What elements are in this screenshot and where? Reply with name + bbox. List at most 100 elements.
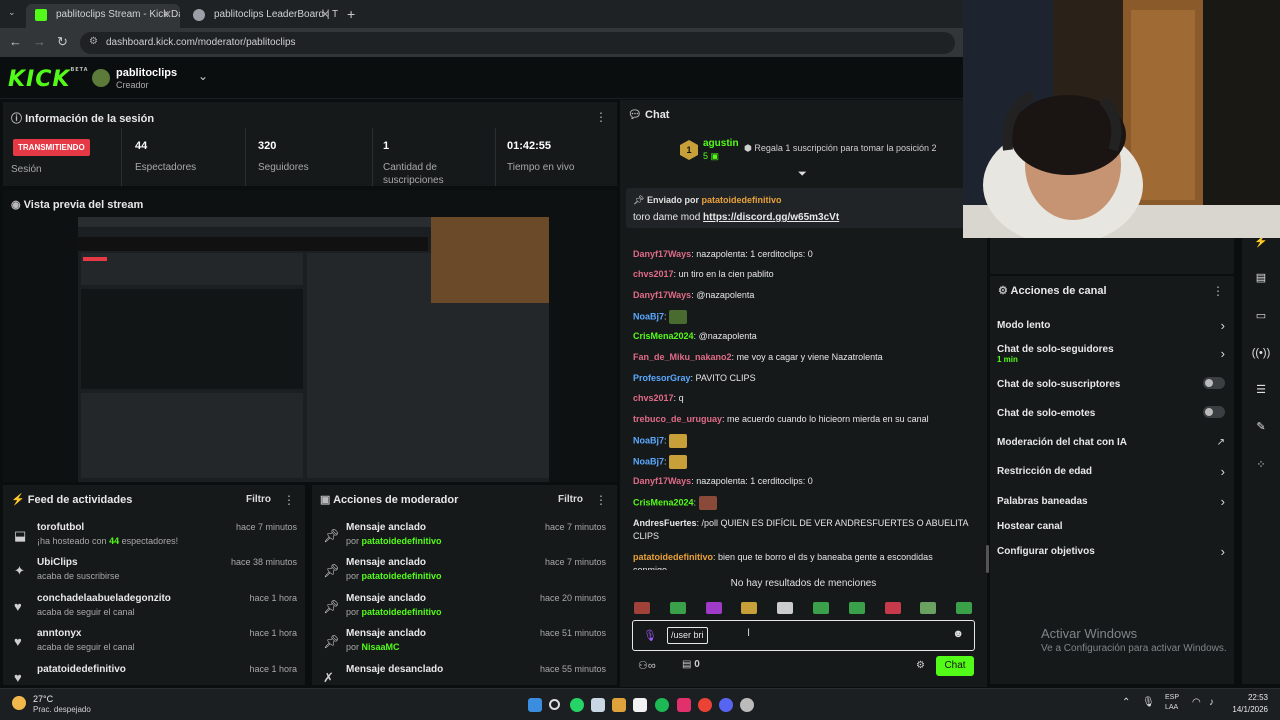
whatsapp-icon[interactable] [570, 698, 584, 712]
item-name[interactable]: UbiClips [37, 557, 78, 568]
chat-input-box[interactable]: 🎙︎ /user bri I ☻ [632, 620, 975, 651]
emote-shortcut[interactable] [813, 602, 829, 614]
points-display[interactable]: ▤ 0 [682, 659, 700, 670]
action-goals[interactable]: Configurar objetivos › [997, 544, 1225, 559]
broadcast-icon[interactable]: ((•)) [1249, 342, 1273, 364]
action-slow-mode[interactable]: Modo lento › [997, 318, 1225, 333]
emote-shortcut[interactable] [634, 602, 650, 614]
item-name[interactable]: conchadelaabueladegonzito [37, 593, 171, 604]
wrench-icon[interactable]: ✎ [1249, 416, 1273, 438]
wifi-icon[interactable]: ◠ [1192, 697, 1201, 708]
item-name[interactable]: torofutbol [37, 522, 84, 533]
clock-time[interactable]: 22:53 [1220, 693, 1268, 702]
action-emotes-only[interactable]: Chat de solo-emotes [997, 406, 1225, 419]
emote-shortcut[interactable] [705, 602, 722, 614]
chat-username[interactable]: patatoidedefinitivo [633, 552, 713, 562]
windows-start-icon[interactable] [528, 698, 542, 712]
chat-username[interactable]: Danyf17Ways [633, 249, 691, 259]
mic-icon[interactable]: 🎙︎ [643, 629, 657, 642]
lang-top[interactable]: ESP [1165, 694, 1179, 701]
chat-username[interactable]: Danyf17Ways [633, 476, 691, 486]
loyalty-icon[interactable]: ⚇∞ [638, 659, 656, 672]
weather-icon[interactable] [12, 696, 26, 710]
chat-username[interactable]: NoaBj7 [633, 435, 664, 445]
chevron-down-icon[interactable]: ⌄ [198, 69, 208, 83]
chrome-icon[interactable] [698, 698, 712, 712]
weather-temp[interactable]: 27°C [33, 694, 53, 704]
emoji-icon[interactable]: ☻ [952, 628, 964, 640]
chat-username[interactable]: trebuco_de_uruguay [633, 414, 722, 424]
subs-only-toggle[interactable] [1203, 377, 1225, 389]
emote-shortcut[interactable] [884, 602, 901, 614]
action-followers-only[interactable]: Chat de solo-seguidores 1 min › [997, 344, 1225, 364]
chat-username[interactable]: CrisMena2024 [633, 497, 694, 507]
avatar[interactable] [92, 69, 110, 87]
more-icon[interactable]: ⋮ [1212, 284, 1224, 298]
layout-icon[interactable]: ☰ [1249, 379, 1273, 401]
pinned-user[interactable]: patatoidedefinitivo [701, 195, 781, 205]
chat-username[interactable]: AndresFuertes [633, 518, 697, 528]
url-field[interactable]: ⚙ dashboard.kick.com/moderator/pablitocl… [80, 32, 955, 54]
action-subs-only[interactable]: Chat de solo-suscriptores [997, 377, 1225, 390]
leader-name[interactable]: agustin [703, 138, 739, 149]
by-user[interactable]: patatoidedefinitivo [362, 536, 442, 546]
chat-username[interactable]: NoaBj7 [633, 311, 664, 321]
obs-icon[interactable] [740, 698, 754, 712]
volume-icon[interactable]: ♪ [1209, 697, 1214, 708]
filter-button[interactable]: Filtro [558, 494, 583, 505]
instagram-icon[interactable] [677, 698, 691, 712]
chat-input[interactable]: /user bri [667, 627, 708, 644]
tab-leaderboard[interactable]: pablitoclips LeaderBoard | The I ✕ [184, 4, 338, 28]
chat-username[interactable]: NoaBj7 [633, 456, 664, 466]
forward-icon[interactable]: → [33, 34, 46, 49]
more-icon[interactable]: ⋮ [595, 493, 607, 507]
pinned-link[interactable]: https://discord.gg/w65m3cVt [703, 212, 839, 223]
tray-chevron-icon[interactable]: ⌃ [1122, 697, 1130, 708]
discord-icon[interactable] [719, 698, 733, 712]
kick-logo[interactable]: KICKBETA [8, 67, 89, 92]
emote-shortcut[interactable] [956, 602, 973, 614]
leader-prompt[interactable]: ⬢ Regala 1 suscripción para tomar la pos… [744, 143, 936, 154]
close-tab-icon[interactable]: ✕ [321, 8, 330, 21]
chat-scrollbar[interactable] [986, 545, 989, 573]
reload-icon[interactable]: ↻ [57, 34, 68, 50]
stream-preview-video[interactable] [78, 217, 549, 482]
chat-icon[interactable]: ▭ [1249, 305, 1273, 327]
gear-icon[interactable]: ⚙ [916, 660, 925, 671]
emote-shortcut[interactable] [777, 602, 794, 614]
channel-name[interactable]: pablitoclips [116, 67, 177, 79]
spotify-icon[interactable] [655, 698, 669, 712]
action-host-channel[interactable]: Hostear canal [997, 521, 1225, 532]
notes-icon[interactable] [633, 698, 647, 712]
collapse-icon[interactable]: ⏷ [798, 168, 807, 181]
new-tab-icon[interactable]: + [347, 6, 355, 22]
back-icon[interactable]: ← [9, 34, 22, 49]
by-user[interactable]: NisaaMC [362, 642, 400, 652]
send-chat-button[interactable]: Chat [936, 656, 974, 676]
by-user[interactable]: patatoidedefinitivo [362, 571, 442, 581]
action-ai-moderation[interactable]: Moderación del chat con IA ↗ [997, 437, 1225, 448]
chat-username[interactable]: chvs2017 [633, 393, 674, 403]
chat-username[interactable]: CrisMena2024 [633, 331, 694, 341]
more-icon[interactable]: ⋮ [283, 493, 295, 507]
action-age-restriction[interactable]: Restricción de edad › [997, 464, 1225, 479]
chat-username[interactable]: chvs2017 [633, 269, 674, 279]
emote-shortcut[interactable] [920, 602, 937, 614]
chat-username[interactable]: ProfesorGray [633, 373, 691, 383]
clipboard-icon[interactable]: ▤ [1249, 267, 1273, 289]
mic-icon[interactable]: 🎙︎ [1142, 697, 1155, 708]
item-name[interactable]: anntonyx [37, 628, 81, 639]
chat-username[interactable]: Fan_de_Miku_nakano2 [633, 352, 732, 362]
tab-search-icon[interactable]: ⌄ [8, 7, 16, 18]
more-icon[interactable]: ⋮ [595, 110, 607, 124]
emote-shortcut[interactable] [669, 602, 686, 614]
emotes-only-toggle[interactable] [1203, 406, 1225, 418]
item-name[interactable]: patatoidedefinitivo [37, 664, 126, 675]
site-info-icon[interactable]: ⚙ [89, 36, 98, 47]
apps-icon[interactable]: ⁘ [1249, 454, 1273, 476]
close-tab-icon[interactable]: ✕ [163, 8, 172, 21]
tab-kick-dashboard[interactable]: pablitoclips Stream - Kick Dashb ✕ [26, 4, 180, 28]
folder-icon[interactable] [612, 698, 626, 712]
filter-button[interactable]: Filtro [246, 494, 271, 505]
action-banned-words[interactable]: Palabras baneadas › [997, 494, 1225, 509]
